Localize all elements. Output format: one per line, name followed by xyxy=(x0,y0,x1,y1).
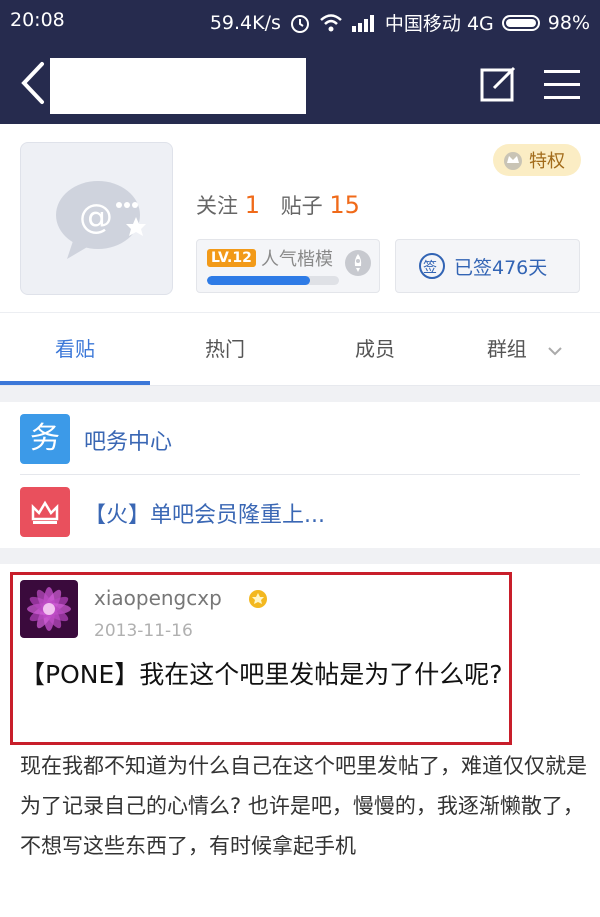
tab-hot[interactable]: 热门 xyxy=(150,313,300,385)
admin-icon: 务 xyxy=(20,414,70,464)
chevron-down-icon xyxy=(548,346,562,355)
rocket-icon xyxy=(345,250,371,276)
nav-bar xyxy=(0,44,600,124)
tab-members[interactable]: 成员 xyxy=(300,313,450,385)
menu-icon[interactable] xyxy=(542,64,582,104)
status-time: 20:08 xyxy=(10,9,65,31)
active-tab-indicator xyxy=(0,381,150,385)
battery-icon xyxy=(501,14,540,31)
level-panel[interactable]: LV.12 人气楷模 xyxy=(196,239,380,293)
wifi-icon xyxy=(320,13,342,31)
notice-item-membership[interactable]: 【火】单吧会员隆重上... xyxy=(0,475,600,549)
section-gap xyxy=(0,548,600,564)
tab-bar: 看贴 热门 成员 群组 xyxy=(0,312,600,386)
level-progress-fill xyxy=(207,276,310,285)
forum-header: @ 特权 关注 1 贴子 15 LV.12 人气楷模 签 已签476天 xyxy=(0,124,600,312)
follow-label: 关注 xyxy=(196,194,238,218)
level-progress-bar xyxy=(207,276,339,285)
notice-label: 吧务中心 xyxy=(84,430,173,455)
chat-bubble-icon: @ xyxy=(56,181,146,259)
svg-text:签: 签 xyxy=(423,259,437,276)
crown-icon xyxy=(20,487,70,537)
notice-item-admin-center[interactable]: 务 吧务中心 xyxy=(0,402,600,476)
privilege-label: 特权 xyxy=(529,151,565,172)
tab-posts[interactable]: 看贴 xyxy=(0,313,150,385)
post-body[interactable]: 现在我都不知道为什么自己在这个吧里发帖了，难道仅仅就是为了记录自己的心情么? 也… xyxy=(20,746,588,866)
posts-label: 贴子 xyxy=(280,194,323,218)
chevron-left-icon[interactable] xyxy=(14,60,54,106)
posts-count: 15 xyxy=(329,191,360,219)
forum-title-redacted xyxy=(50,58,306,114)
tab-groups[interactable]: 群组 xyxy=(450,313,600,385)
carrier-label: 中国移动 4G xyxy=(384,13,494,35)
svg-text:@: @ xyxy=(79,197,113,237)
follow-count: 1 xyxy=(244,191,260,219)
status-bar: 20:08 59.4K/s 中国移动 4G 98% xyxy=(0,0,600,44)
battery-level: 98% xyxy=(547,11,590,34)
section-gap xyxy=(0,386,600,402)
sign-in-button[interactable]: 签 已签476天 xyxy=(395,239,580,293)
forum-stats: 关注 1 贴子 15 xyxy=(196,190,374,220)
status-right: 59.4K/s 中国移动 4G 98% xyxy=(210,9,590,36)
forum-avatar[interactable]: @ xyxy=(20,142,173,295)
level-badge: LV.12 xyxy=(207,249,256,267)
notice-label: 【火】单吧会员隆重上... xyxy=(84,503,325,528)
crown-icon xyxy=(504,152,522,170)
alarm-icon xyxy=(290,14,309,33)
sign-icon: 签 xyxy=(419,253,445,279)
level-title: 人气楷模 xyxy=(261,249,333,270)
edit-icon[interactable] xyxy=(478,64,518,104)
signal-icon xyxy=(351,14,374,32)
privilege-badge[interactable]: 特权 xyxy=(493,144,581,176)
highlight-annotation xyxy=(10,572,512,745)
network-speed: 59.4K/s xyxy=(209,11,281,34)
signed-label: 已签476天 xyxy=(454,256,548,279)
tab-groups-label: 群组 xyxy=(486,337,527,361)
